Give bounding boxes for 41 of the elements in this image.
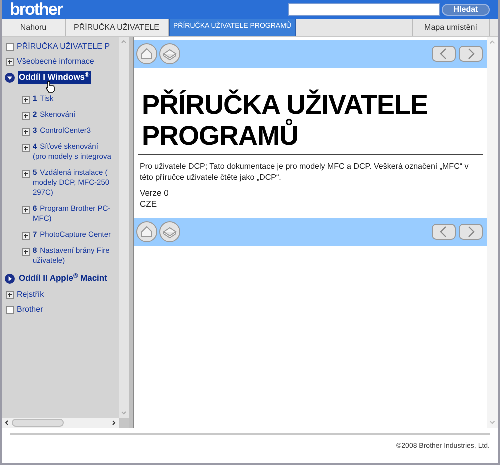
expand-icon[interactable] bbox=[6, 291, 14, 299]
next-icon[interactable] bbox=[459, 224, 483, 240]
collapse-icon[interactable] bbox=[5, 72, 15, 82]
hand-cursor-icon bbox=[46, 81, 55, 93]
horizontal-scrollbar[interactable] bbox=[2, 418, 119, 428]
expand-icon[interactable] bbox=[22, 96, 30, 104]
version-text: Verze 0 bbox=[140, 188, 170, 199]
version-text: CZE bbox=[140, 199, 158, 210]
tab[interactable]: PŘÍRUČKA UŽIVATELE bbox=[66, 19, 168, 36]
next-icon[interactable] bbox=[459, 46, 483, 62]
page-icon[interactable] bbox=[6, 306, 14, 314]
section-link[interactable]: Oddíl II Apple$^{®}$ Macint bbox=[18, 272, 108, 285]
expand-icon[interactable] bbox=[22, 206, 30, 214]
sidebar-link[interactable]: Všeobecné informace bbox=[17, 56, 94, 67]
sidebar-link[interactable]: Rejstřík bbox=[17, 289, 44, 300]
expand-icon[interactable] bbox=[22, 248, 30, 256]
sidebar-link[interactable]: PŘÍRUČKA UŽIVATELE P bbox=[17, 41, 110, 52]
expand-icon[interactable] bbox=[22, 144, 30, 152]
previous-icon[interactable] bbox=[432, 46, 456, 62]
scroll-thumb[interactable] bbox=[12, 419, 64, 427]
home-icon[interactable] bbox=[136, 221, 158, 243]
sidebar-link[interactable]: Brother bbox=[17, 304, 44, 315]
expand-icon[interactable] bbox=[6, 58, 14, 66]
page-title: PŘÍRUČKA UŽIVATELE PROGRAMŮ bbox=[138, 90, 483, 155]
search-field[interactable] bbox=[288, 3, 440, 16]
scrollbar[interactable] bbox=[119, 37, 129, 418]
expand-icon[interactable] bbox=[22, 170, 30, 178]
intro-paragraph: Pro uživatele DCP; Tato dokumentace je pro modely MFC a DCP. Veškerá označení „MFC“ v této příručce uživatele čtěte jako „DCP“. bbox=[139, 161, 470, 183]
previous-icon[interactable] bbox=[432, 224, 456, 240]
home-icon[interactable] bbox=[136, 43, 158, 65]
expand-icon[interactable] bbox=[22, 112, 30, 120]
search-button[interactable]: Hledat bbox=[442, 4, 490, 16]
expand-icon[interactable] bbox=[22, 232, 30, 240]
brother-logo: brother bbox=[10, 1, 62, 18]
site-map-link[interactable]: Mapa umístění bbox=[412, 19, 490, 36]
expand-icon[interactable] bbox=[5, 274, 15, 284]
tab[interactable]: Nahoru bbox=[2, 19, 66, 36]
section-link[interactable]: Oddíl I Windows$^{®}$ bbox=[18, 71, 91, 84]
page-icon[interactable] bbox=[6, 43, 14, 51]
scrollbar[interactable] bbox=[487, 37, 498, 428]
expand-icon[interactable] bbox=[22, 128, 30, 136]
